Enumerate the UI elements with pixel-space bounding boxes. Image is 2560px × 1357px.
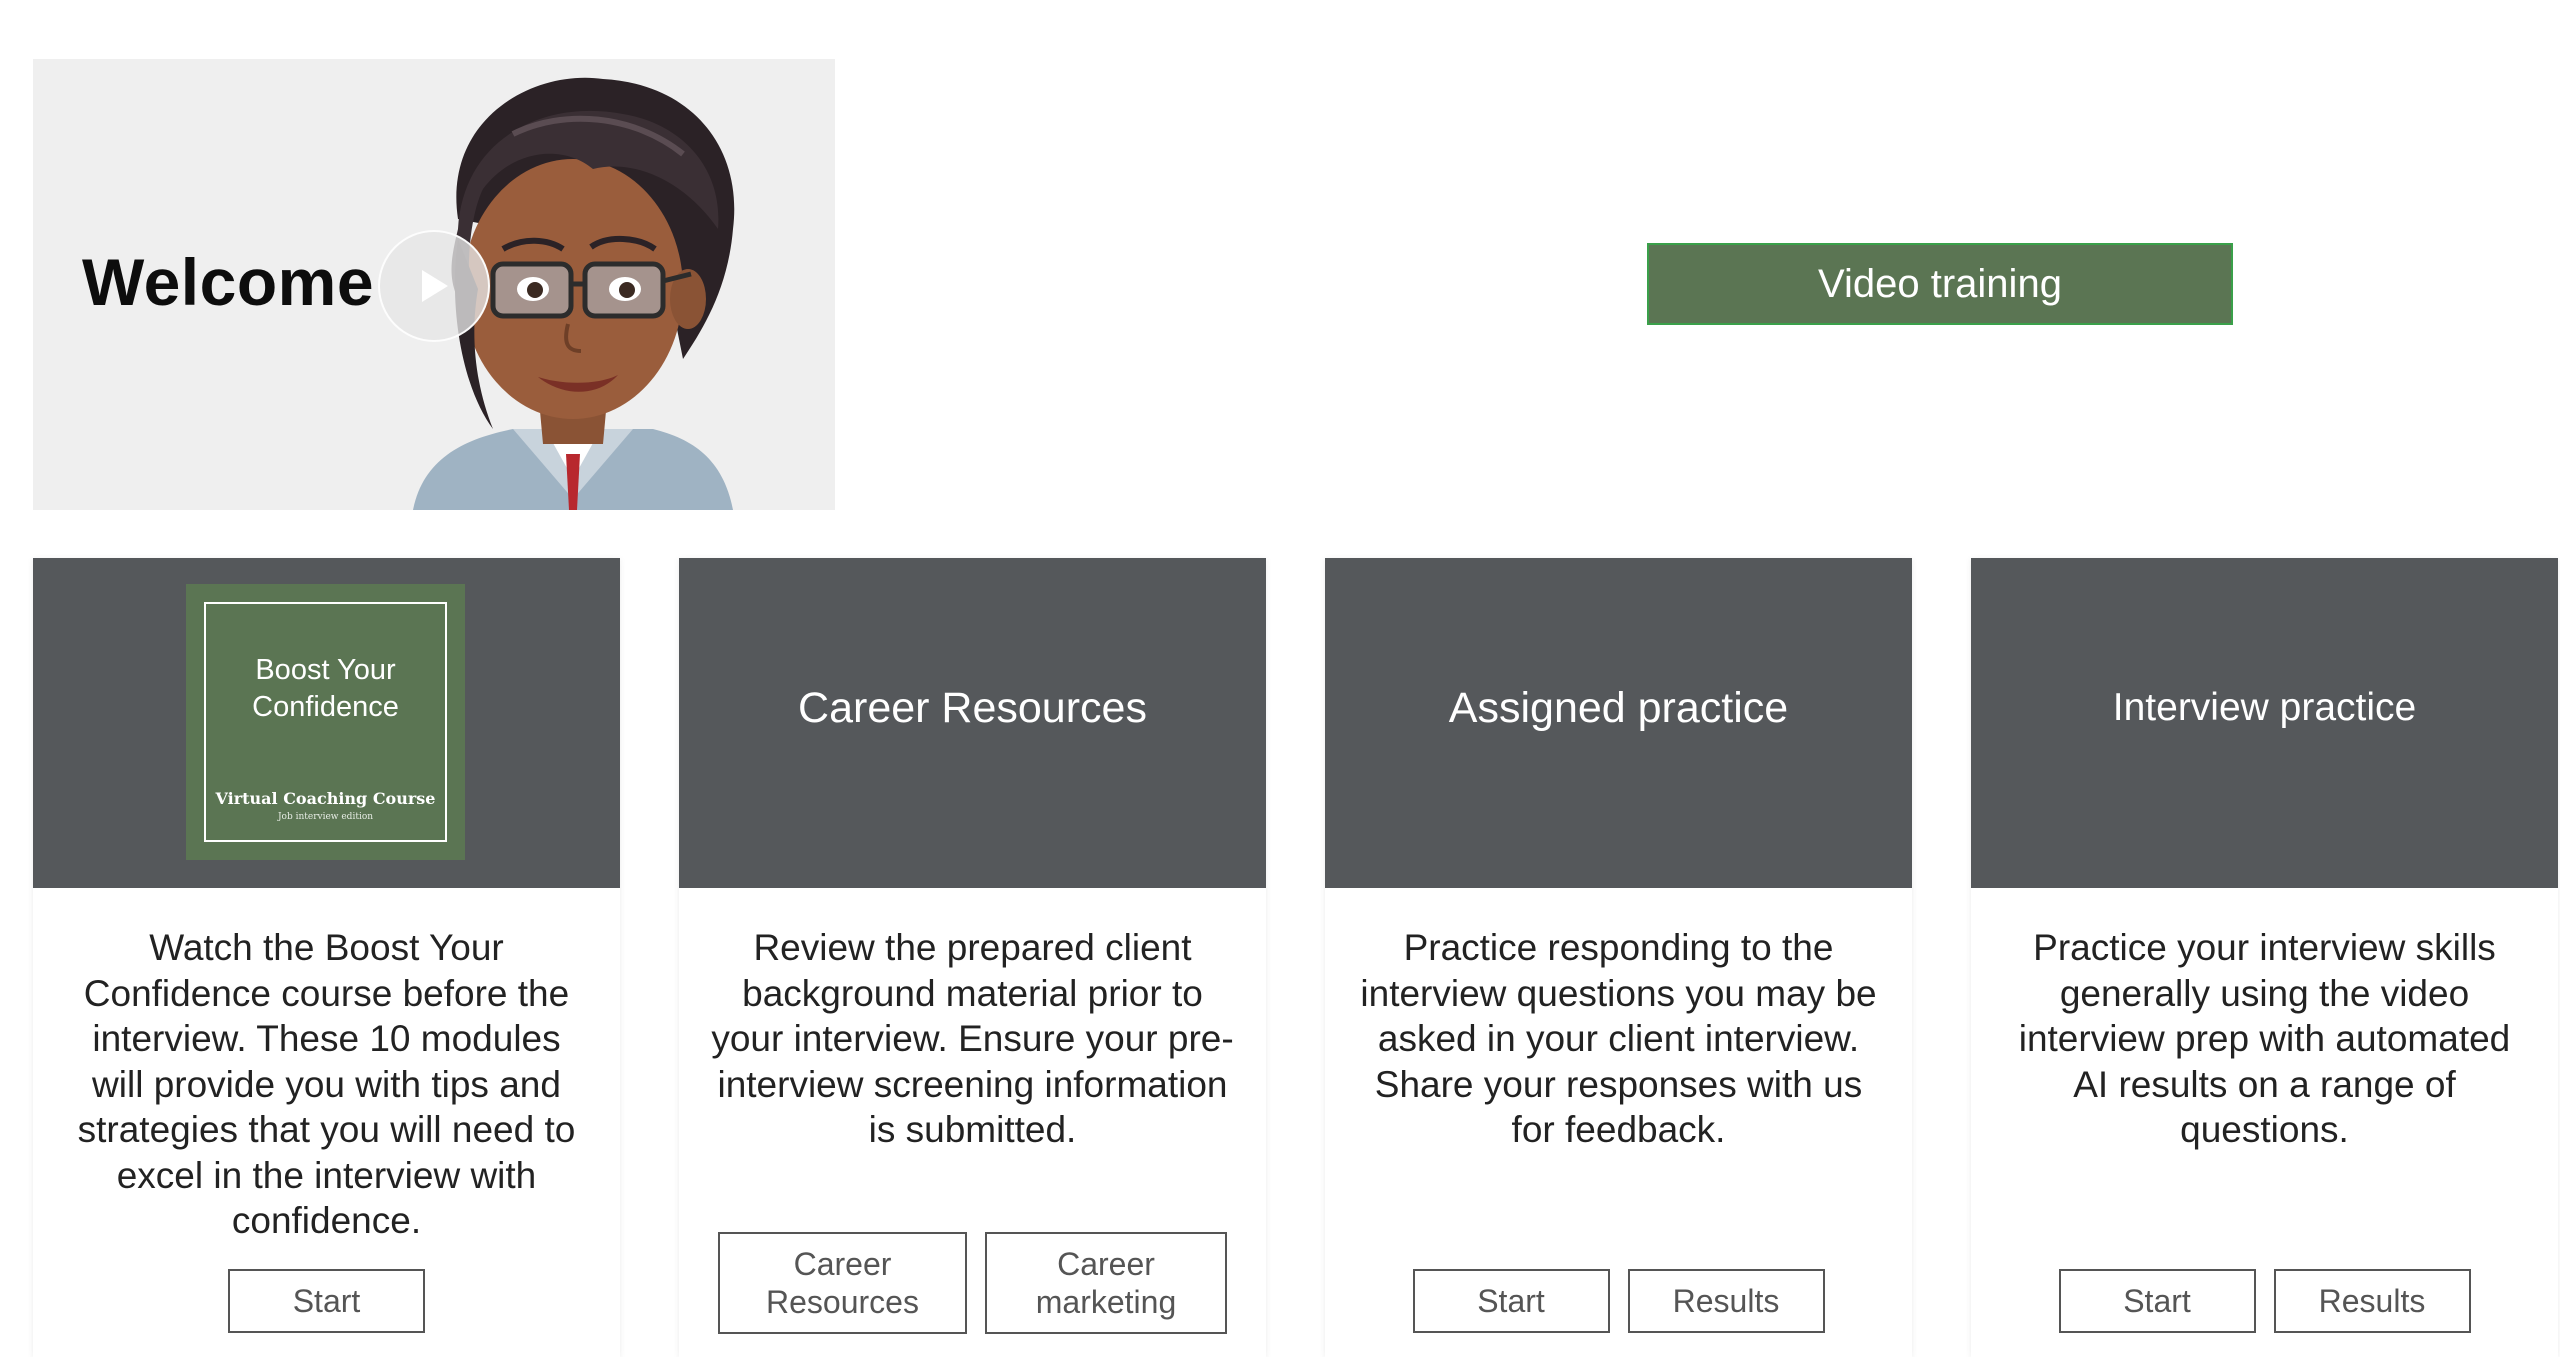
start-button[interactable]: Start (2058, 1269, 2256, 1333)
card-header: Assigned practice (1325, 558, 1912, 888)
video-training-button[interactable]: Video training (1647, 243, 2233, 325)
start-button[interactable]: Start (1412, 1269, 1610, 1333)
card-description: Watch the Boost Your Confidence course b… (77, 927, 576, 1241)
dashboard-page: Welcome Video training Boost Your Confid… (0, 0, 2560, 1357)
card-description: Review the prepared client background ma… (711, 927, 1234, 1150)
card-career-resources: Career Resources Review the prepared cli… (679, 558, 1266, 1357)
card-header: Interview practice (1971, 558, 2558, 888)
results-button[interactable]: Results (2273, 1269, 2471, 1333)
card-header: Boost Your Confidence Virtual Coaching C… (33, 558, 620, 888)
career-marketing-button[interactable]: Career marketing (985, 1232, 1227, 1334)
card-actions: Start Results (1325, 1269, 1912, 1333)
card-description: Practice your interview skills generally… (2018, 927, 2511, 1150)
results-button[interactable]: Results (1627, 1269, 1825, 1333)
play-icon (422, 270, 448, 302)
card-actions: Start (33, 1269, 620, 1333)
course-edition: Job interview edition (277, 812, 374, 822)
start-button[interactable]: Start (228, 1269, 425, 1333)
welcome-title: Welcome (82, 245, 375, 319)
course-subtitle: Virtual Coaching Course (215, 789, 436, 808)
card-title: Assigned practice (1448, 683, 1789, 732)
course-thumbnail[interactable]: Boost Your Confidence Virtual Coaching C… (186, 584, 465, 860)
career-resources-button[interactable]: Career Resources (718, 1232, 967, 1334)
play-button[interactable] (378, 230, 490, 342)
course-title: Boost Your Confidence (252, 654, 399, 723)
card-actions: Career Resources Career marketing (679, 1232, 1266, 1334)
card-boost-confidence: Boost Your Confidence Virtual Coaching C… (33, 558, 620, 1357)
card-interview-practice: Interview practice Practice your intervi… (1971, 558, 2558, 1357)
card-description: Practice responding to the interview que… (1360, 927, 1877, 1150)
card-title: Interview practice (2112, 686, 2417, 729)
card-actions: Start Results (1971, 1269, 2558, 1333)
card-title: Career Resources (798, 683, 1147, 732)
card-assigned-practice: Assigned practice Practice responding to… (1325, 558, 1912, 1357)
welcome-video[interactable]: Welcome (33, 59, 835, 510)
card-header: Career Resources (679, 558, 1266, 888)
